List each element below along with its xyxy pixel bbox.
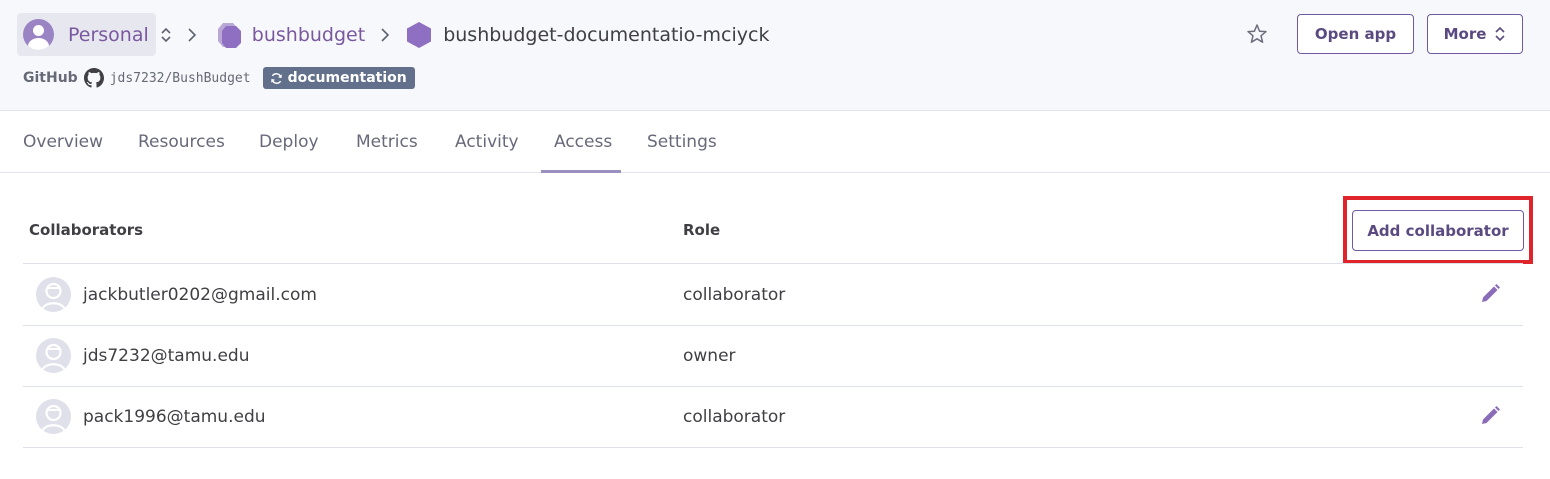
tab-metrics[interactable]: Metrics [356,111,418,173]
app-hexagon-icon [407,21,432,48]
divider [23,447,1523,448]
collaborator-email: jds7232@tamu.edu [83,345,250,366]
collaborator-role: collaborator [683,284,786,305]
tab-bar: Overview Resources Deploy Metrics Activi… [0,111,1550,173]
tab-resources[interactable]: Resources [138,111,225,173]
table-row: jds7232@tamu.edu owner [23,325,1523,386]
open-app-button[interactable]: Open app [1297,14,1414,54]
tab-settings[interactable]: Settings [647,111,717,173]
breadcrumb: Personal bushbudget bushbudget-documenta… [17,13,769,56]
pencil-edit-icon[interactable] [1479,283,1501,305]
collaborators-column-header: Collaborators [29,221,144,239]
active-tab-indicator [541,170,621,173]
collaborator-role: collaborator [683,406,786,427]
tab-overview[interactable]: Overview [23,111,103,173]
repo-link[interactable]: jds7232/BushBudget [110,71,251,86]
avatar [23,19,54,50]
chevron-updown-icon[interactable] [160,26,172,44]
user-avatar-icon [36,338,71,373]
user-avatar-icon [36,399,71,434]
app-header: Personal bushbudget bushbudget-documenta… [0,0,1550,111]
pipeline-link[interactable]: bushbudget [252,24,365,46]
app-name: bushbudget-documentatio-mciyck [443,23,770,46]
account-label: Personal [68,23,149,46]
tab-activity[interactable]: Activity [455,111,519,173]
github-icon [83,68,104,88]
chevron-right-icon [381,27,390,42]
branch-name: documentation [287,70,407,86]
star-icon[interactable] [1245,22,1269,46]
account-switcher[interactable]: Personal [17,13,156,56]
repo-meta: GitHub jds7232/BushBudget documentation [23,66,415,90]
collaborator-email: pack1996@tamu.edu [83,406,266,427]
branch-badge: documentation [262,67,415,89]
user-avatar-icon [36,277,71,312]
tab-deploy[interactable]: Deploy [259,111,319,173]
role-column-header: Role [683,221,721,239]
pencil-edit-icon[interactable] [1479,405,1501,427]
more-button[interactable]: More [1427,14,1523,54]
table-row: pack1996@tamu.edu collaborator [23,386,1523,447]
github-label: GitHub [23,70,78,86]
more-label: More [1443,25,1487,43]
collaborator-role: owner [683,345,736,366]
table-row: jackbutler0202@gmail.com collaborator [23,264,1523,325]
chevron-updown-icon [1495,26,1505,42]
collaborator-email: jackbutler0202@gmail.com [83,284,317,305]
pipeline-icon [217,22,241,48]
tab-access[interactable]: Access [554,111,612,173]
add-collaborator-button[interactable]: Add collaborator [1352,210,1524,251]
sync-icon [270,72,282,84]
chevron-right-icon [188,27,196,42]
